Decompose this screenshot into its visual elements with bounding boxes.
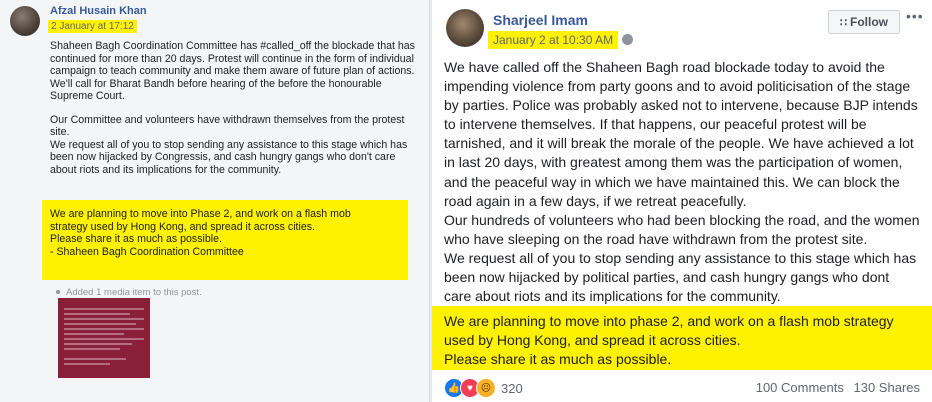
- follow-button[interactable]: ∷ Follow: [828, 10, 900, 34]
- post-stats: 100 Comments 130 Shares: [750, 380, 920, 395]
- avatar[interactable]: [446, 9, 484, 47]
- more-icon[interactable]: •••: [906, 8, 924, 24]
- body-line: We request all of you to stop sending an…: [444, 249, 917, 266]
- highlight-line: Please share it as much as possible.: [444, 351, 672, 368]
- body-line: We have called off the Shaheen Bagh road…: [444, 59, 885, 75]
- rss-icon: ∷: [840, 16, 847, 29]
- highlight-text: We are planning to move into phase 2, an…: [444, 312, 894, 369]
- body-line: in last 20 days, with greatest among the…: [444, 154, 903, 171]
- sad-reaction-icon: ☹: [476, 378, 496, 398]
- highlight-line: used by Hong Kong, and spread it across …: [444, 332, 741, 349]
- post-timestamp[interactable]: 2 January at 17:12: [48, 20, 137, 33]
- post-timestamp[interactable]: January 2 at 10:30 AM: [488, 31, 619, 49]
- globe-icon: [622, 34, 633, 45]
- media-note: Added 1 media item to this post.: [56, 287, 202, 298]
- post-body: We have called off the Shaheen Bagh road…: [444, 58, 924, 306]
- body-line: to intervene themselves. If that happens…: [444, 116, 867, 133]
- post-author[interactable]: Afzal Husain Khan: [50, 5, 147, 17]
- reactions-summary[interactable]: 👍 ♥ ☹ 320: [444, 378, 523, 398]
- media-thumbnail[interactable]: [58, 298, 150, 378]
- body-line: impending violence from party goons and …: [444, 78, 911, 95]
- highlighted-text-block: We are planning to move into Phase 2, an…: [42, 200, 408, 280]
- paragraph: Shaheen Bagh Coordination Committee has …: [50, 40, 415, 102]
- body-line: care about riots and its implications fo…: [444, 288, 781, 305]
- body-line: been now hijacked by political parties, …: [444, 269, 890, 286]
- reaction-count: 320: [501, 380, 523, 396]
- highlight-line: Please share it as much as possible.: [50, 233, 222, 245]
- paragraph: We request all of you to stop sending an…: [50, 138, 408, 176]
- media-note-text: Added 1 media item to this post.: [66, 287, 202, 298]
- body-line: Our hundreds of volunteers who had been …: [444, 211, 920, 228]
- follow-label: Follow: [850, 15, 888, 29]
- highlight-line: We are planning to move into phase 2, an…: [444, 313, 894, 329]
- body-line: who have sleeping on the road have withd…: [444, 230, 868, 247]
- body-line: and the peaceful way in which we have ma…: [444, 173, 900, 190]
- highlighted-text-block: We are planning to move into phase 2, an…: [432, 306, 932, 370]
- post-body: Shaheen Bagh Coordination Committee has …: [50, 40, 420, 187]
- highlight-line: strategy used by Hong Kong, and spread i…: [50, 220, 315, 233]
- highlight-line: We are planning to move into Phase 2, an…: [50, 208, 351, 220]
- paragraph: Our Committee and volunteers have withdr…: [50, 113, 405, 139]
- body-line: tarnished, and it will break the morale …: [444, 135, 914, 152]
- highlight-text: We are planning to move into Phase 2, an…: [50, 208, 351, 258]
- body-line: by parties. Police was probably asked no…: [444, 97, 918, 114]
- avatar[interactable]: [10, 6, 40, 36]
- highlight-line: - Shaheen Bagh Coordination Committee: [50, 245, 244, 258]
- right-post: Sharjeel Imam January 2 at 10:30 AM ∷ Fo…: [432, 0, 932, 402]
- bullet-icon: [56, 290, 60, 295]
- left-post: Afzal Husain Khan 2 January at 17:12 Sha…: [0, 0, 430, 402]
- screenshot-composite: Afzal Husain Khan 2 January at 17:12 Sha…: [0, 0, 932, 402]
- shares-link[interactable]: 130 Shares: [854, 380, 921, 395]
- body-line: road again in a few days, if we retreat …: [444, 192, 747, 209]
- comments-link[interactable]: 100 Comments: [756, 380, 844, 395]
- post-author[interactable]: Sharjeel Imam: [493, 12, 588, 28]
